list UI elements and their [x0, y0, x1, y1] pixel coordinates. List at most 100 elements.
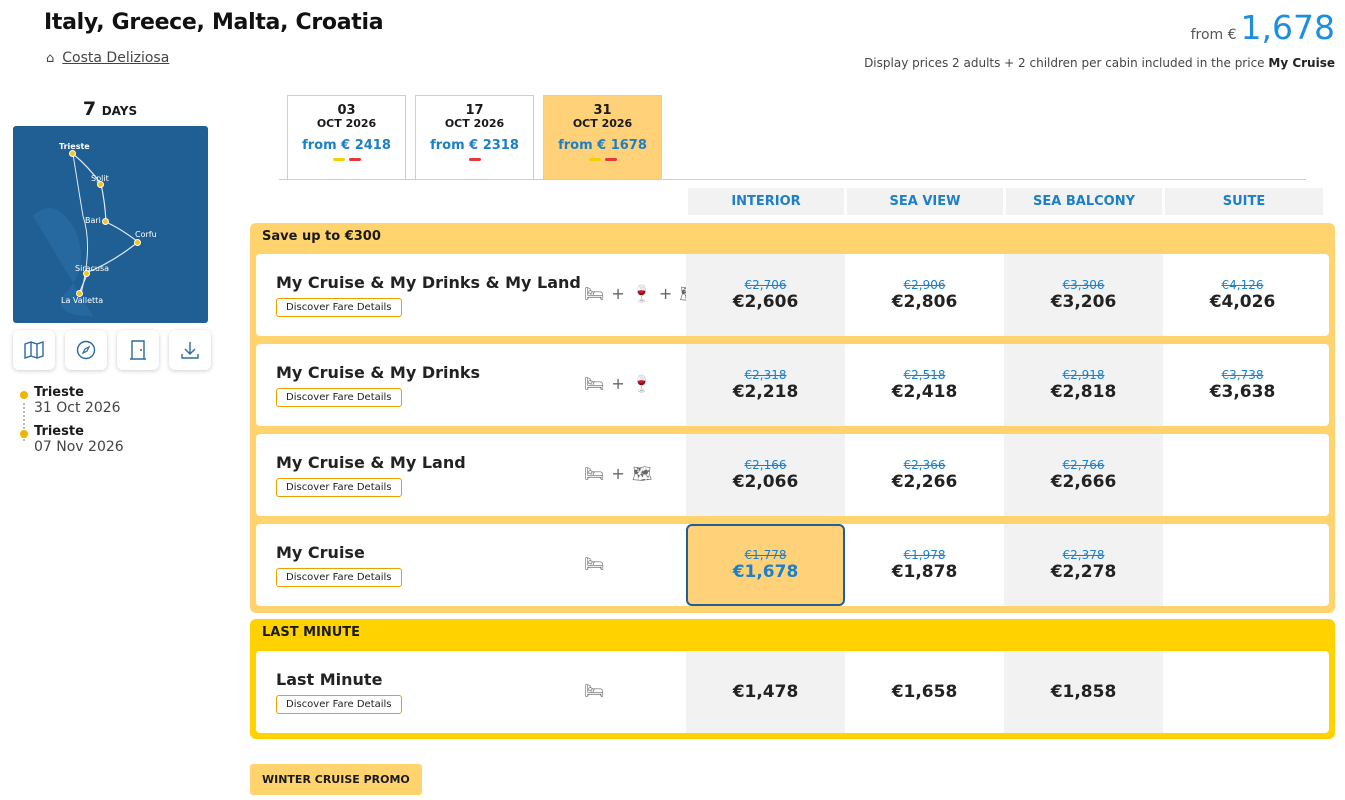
- tab-marks: [288, 158, 405, 161]
- download-icon[interactable]: [169, 330, 211, 370]
- old-price: €1,778: [744, 548, 787, 562]
- tab-mark: [604, 158, 617, 161]
- price-cell[interactable]: €3,738 €3,638: [1163, 344, 1322, 426]
- discover-fare-button[interactable]: Discover Fare Details: [276, 568, 402, 587]
- new-price: €2,666: [1050, 472, 1117, 492]
- tab-price: from € 2318: [430, 138, 519, 153]
- price-cell[interactable]: €3,306 €3,206: [1004, 254, 1163, 336]
- fare-name: Last Minute: [276, 670, 383, 689]
- map-label: Bari: [85, 216, 101, 225]
- old-price: €2,166: [744, 458, 787, 472]
- price-cell[interactable]: €2,378 €2,278: [1004, 524, 1163, 606]
- new-price: €2,218: [732, 382, 799, 402]
- tab-price: from € 2418: [302, 138, 391, 153]
- stop-port: Trieste: [34, 385, 84, 400]
- fare-row: My Cruise & My Drinks Discover Fare Detai…: [256, 344, 1329, 426]
- old-price: €2,906: [903, 278, 946, 292]
- price-cell[interactable]: €1,478: [686, 651, 845, 733]
- promo-button[interactable]: WINTER CRUISE PROMO: [250, 764, 422, 795]
- old-price: €2,766: [1062, 458, 1105, 472]
- fare-includes-icons: 🛏 + 🍷 + 🗺: [584, 284, 701, 303]
- fare-name: My Cruise: [276, 543, 365, 562]
- old-price: €2,378: [1062, 548, 1105, 562]
- new-price: €2,818: [1050, 382, 1117, 402]
- itinerary-stop: Trieste 07 Nov 2026: [20, 424, 124, 455]
- new-price: €2,418: [891, 382, 958, 402]
- date-tab[interactable]: 03 OCT 2026 from € 2418: [287, 95, 406, 179]
- tab-marks: [416, 158, 533, 161]
- compass-icon[interactable]: [65, 330, 107, 370]
- map-label: Trieste: [59, 142, 90, 151]
- fare-includes-icons: 🛏 + 🍷: [584, 374, 653, 393]
- price-cell: [1163, 434, 1322, 516]
- new-price: €2,066: [732, 472, 799, 492]
- price-cell[interactable]: €2,706 €2,606: [686, 254, 845, 336]
- stop-port: Trieste: [34, 424, 84, 439]
- price-cell[interactable]: €2,318 €2,218: [686, 344, 845, 426]
- price-cell[interactable]: €2,918 €2,818: [1004, 344, 1163, 426]
- tab-mark: [348, 158, 361, 161]
- tab-month: OCT 2026: [444, 117, 505, 130]
- port-dot: [69, 150, 76, 157]
- price-cell[interactable]: €1,858: [1004, 651, 1163, 733]
- display-note: Display prices 2 adults + 2 children per…: [864, 56, 1335, 70]
- discover-fare-button[interactable]: Discover Fare Details: [276, 478, 402, 497]
- price-prefix: from €: [1190, 27, 1237, 43]
- price-cell[interactable]: €2,366 €2,266: [845, 434, 1004, 516]
- port-dot: [134, 239, 141, 246]
- price-cell[interactable]: €2,518 €2,418: [845, 344, 1004, 426]
- section-save: Save up to €300 My Cruise & My Drinks & …: [250, 223, 1335, 613]
- fare-row: My Cruise & My Land Discover Fare Details…: [256, 434, 1329, 516]
- page-title: Italy, Greece, Malta, Croatia: [44, 10, 384, 35]
- col-suite: SUITE: [1165, 188, 1323, 215]
- date-tab[interactable]: 31 OCT 2026 from € 1678: [543, 95, 662, 179]
- fare-includes-icons: 🛏 + 🗺: [584, 464, 654, 483]
- new-price: €3,638: [1209, 382, 1276, 402]
- price-cell[interactable]: €2,766 €2,666: [1004, 434, 1163, 516]
- price-cell: [1163, 524, 1322, 606]
- price-amount: 1,678: [1240, 8, 1335, 47]
- section-title: LAST MINUTE: [262, 625, 361, 640]
- old-price: €1,978: [903, 548, 946, 562]
- door-icon[interactable]: [117, 330, 159, 370]
- fare-name: My Cruise & My Land: [276, 453, 466, 472]
- ship-link[interactable]: ⌂ Costa Deliziosa: [46, 50, 169, 66]
- old-price: €2,318: [744, 368, 787, 382]
- new-price: €4,026: [1209, 292, 1276, 312]
- price-cell[interactable]: €2,906 €2,806: [845, 254, 1004, 336]
- new-price: €1,658: [891, 682, 958, 702]
- price-cell[interactable]: €2,166 €2,066: [686, 434, 845, 516]
- price-cell[interactable]: €4,126 €4,026: [1163, 254, 1322, 336]
- price-cell[interactable]: €1,658: [845, 651, 1004, 733]
- price-cell: [1163, 651, 1322, 733]
- new-price: €3,206: [1050, 292, 1117, 312]
- section-title: Save up to €300: [262, 229, 381, 244]
- tab-day: 31: [593, 103, 612, 118]
- map-icon[interactable]: [13, 330, 55, 370]
- new-price: €2,606: [732, 292, 799, 312]
- price-cell[interactable]: €1,978 €1,878: [845, 524, 1004, 606]
- map-label: Siracusa: [75, 264, 110, 273]
- new-price: €1,858: [1050, 682, 1117, 702]
- stop-date: 31 Oct 2026: [34, 400, 121, 416]
- new-price: €1,678: [732, 562, 799, 582]
- itinerary: Trieste 31 Oct 2026 Trieste 07 Nov 2026: [20, 385, 124, 461]
- price-cell[interactable]: €1,778 €1,678: [686, 524, 845, 606]
- tab-marks: [544, 158, 661, 161]
- old-price: €3,306: [1062, 278, 1105, 292]
- ship-name[interactable]: Costa Deliziosa: [62, 50, 169, 66]
- fare-row: My Cruise Discover Fare Details 🛏 €1,778 €1,…: [256, 524, 1329, 606]
- ship-icon: ⌂: [46, 50, 55, 66]
- old-price: €2,918: [1062, 368, 1105, 382]
- tab-day: 03: [337, 103, 356, 118]
- route-map[interactable]: Trieste Split Bari Corfu Siracusa La Val…: [13, 126, 208, 323]
- date-tab[interactable]: 17 OCT 2026 from € 2318: [415, 95, 534, 179]
- map-label: La Valletta: [61, 296, 104, 305]
- old-price: €4,126: [1221, 278, 1264, 292]
- col-sea-balcony: SEA BALCONY: [1006, 188, 1162, 215]
- discover-fare-button[interactable]: Discover Fare Details: [276, 695, 402, 714]
- discover-fare-button[interactable]: Discover Fare Details: [276, 298, 402, 317]
- discover-fare-button[interactable]: Discover Fare Details: [276, 388, 402, 407]
- trip-duration: 7 DAYS: [12, 98, 208, 120]
- section-last-minute: LAST MINUTE Last Minute Discover Fare Det…: [250, 619, 1335, 739]
